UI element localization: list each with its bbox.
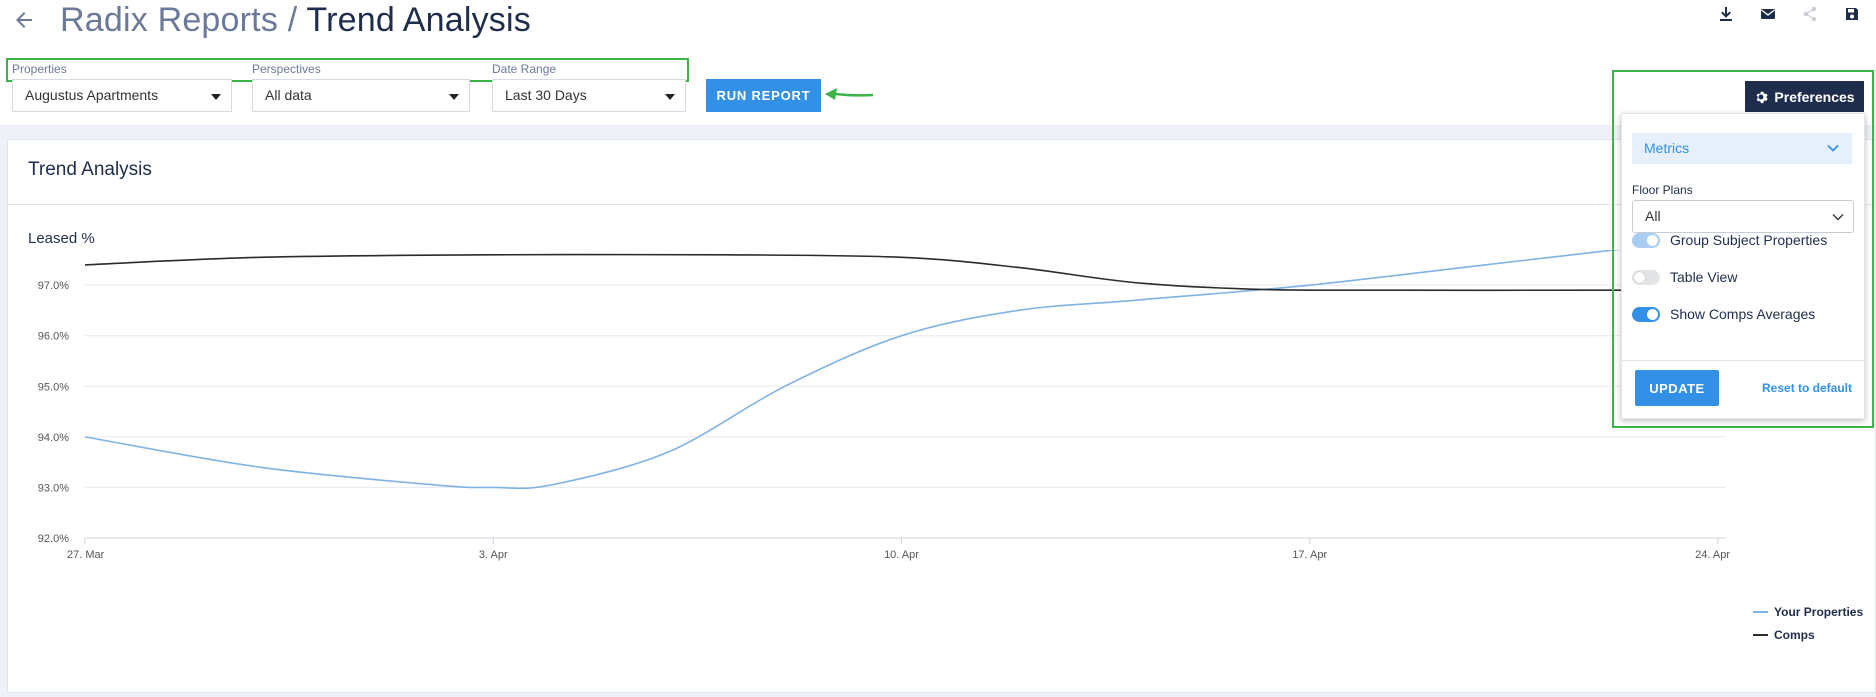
y-tick-label: 96.0%: [38, 331, 69, 343]
chevron-down-icon: [1832, 214, 1844, 221]
properties-select[interactable]: Augustus Apartments: [12, 79, 232, 112]
header-actions: [1716, 4, 1862, 24]
series-line-your-properties: [84, 250, 1621, 490]
y-tick-label: 92.0%: [38, 533, 69, 545]
caret-down-icon: [449, 94, 459, 100]
metrics-dropdown[interactable]: Metrics: [1632, 133, 1852, 164]
legend-item-your-properties[interactable]: Your Properties: [1753, 600, 1863, 623]
metrics-label: Metrics: [1644, 140, 1690, 156]
preferences-button[interactable]: Preferences: [1745, 81, 1864, 112]
legend-swatch-comps: [1753, 633, 1768, 636]
y-tick-label: 95.0%: [38, 381, 69, 393]
date-range-select-value: Last 30 Days: [505, 87, 587, 103]
mail-icon[interactable]: [1758, 4, 1778, 24]
report-header: Radix Reports / Trend Analysis Propertie…: [0, 0, 1876, 125]
chart-title: Leased %: [28, 230, 95, 247]
toggle-group-subject-properties[interactable]: Group Subject Properties: [1632, 232, 1827, 248]
back-arrow-icon[interactable]: [12, 8, 38, 34]
run-report-button[interactable]: RUN REPORT: [706, 79, 821, 112]
legend-label-comps: Comps: [1774, 627, 1815, 642]
save-icon[interactable]: [1842, 4, 1862, 24]
toggle-table-view[interactable]: Table View: [1632, 269, 1737, 285]
properties-label: Properties: [12, 62, 67, 76]
annotation-arrow-icon: [825, 88, 874, 100]
caret-down-icon: [665, 94, 675, 100]
floor-plans-select[interactable]: All: [1632, 200, 1854, 233]
y-tick-label: 93.0%: [38, 482, 69, 494]
legend-swatch-your-properties: [1753, 610, 1768, 613]
reset-to-default-link[interactable]: Reset to default: [1762, 381, 1852, 395]
show-comps-averages-switch[interactable]: [1632, 306, 1660, 322]
x-tick-label: 17. Apr: [1292, 549, 1327, 561]
switch-knob: [1634, 271, 1645, 283]
show-comps-averages-label: Show Comps Averages: [1670, 306, 1816, 322]
gear-icon: [1756, 91, 1769, 103]
group-subject-properties-label: Group Subject Properties: [1670, 232, 1828, 248]
switch-knob: [1647, 234, 1658, 246]
card-title: Trend Analysis: [28, 159, 152, 180]
share-icon[interactable]: [1800, 4, 1820, 24]
download-icon[interactable]: [1716, 4, 1736, 24]
table-view-label: Table View: [1670, 269, 1738, 285]
perspectives-select-value: All data: [265, 87, 312, 103]
breadcrumb-separator: /: [287, 1, 298, 39]
y-tick-label: 94.0%: [38, 432, 69, 444]
chevron-down-icon: [1827, 144, 1839, 152]
toggle-show-comps-averages[interactable]: Show Comps Averages: [1632, 306, 1815, 322]
floor-plans-value: All: [1645, 208, 1661, 224]
preferences-button-label: Preferences: [1774, 88, 1855, 105]
trend-analysis-card: Trend Analysis Leased % 92.0% 93.0% 94.0% 9…: [7, 139, 1876, 693]
caret-down-icon: [211, 94, 221, 100]
properties-select-value: Augustus Apartments: [25, 87, 159, 103]
date-range-select[interactable]: Last 30 Days: [492, 79, 686, 112]
legend-item-comps[interactable]: Comps: [1753, 623, 1863, 646]
x-tick-label: 10. Apr: [884, 549, 919, 561]
x-tick-label: 3. Apr: [479, 549, 508, 561]
card-divider: [8, 204, 1875, 205]
y-tick-label: 97.0%: [38, 280, 69, 292]
leased-line-chart: 92.0%93.0%94.0%95.0%96.0%97.0%98.0%99.0%…: [38, 250, 1730, 561]
legend-label-your-properties: Your Properties: [1774, 604, 1864, 619]
x-tick-label: 27. Mar: [67, 549, 105, 561]
table-view-switch[interactable]: [1632, 269, 1660, 285]
page-title: Radix Reports / Trend Analysis: [60, 0, 531, 40]
chart-legend: Your Properties Comps: [1753, 600, 1863, 646]
date-range-label: Date Range: [492, 62, 557, 76]
perspectives-label: Perspectives: [252, 62, 321, 76]
breadcrumb-radix-reports[interactable]: Radix Reports: [60, 1, 278, 39]
switch-knob: [1647, 308, 1658, 320]
breadcrumb-current: Trend Analysis: [306, 1, 531, 39]
x-tick-label: 24. Apr: [1695, 549, 1730, 561]
update-button[interactable]: UPDATE: [1635, 370, 1719, 406]
floor-plans-label: Floor Plans: [1632, 183, 1693, 197]
perspectives-select[interactable]: All data: [252, 79, 470, 112]
panel-divider: [1622, 360, 1864, 361]
preferences-panel: Metrics Floor Plans All Group Subject Pr…: [1621, 113, 1865, 419]
group-subject-properties-switch[interactable]: [1632, 232, 1660, 248]
